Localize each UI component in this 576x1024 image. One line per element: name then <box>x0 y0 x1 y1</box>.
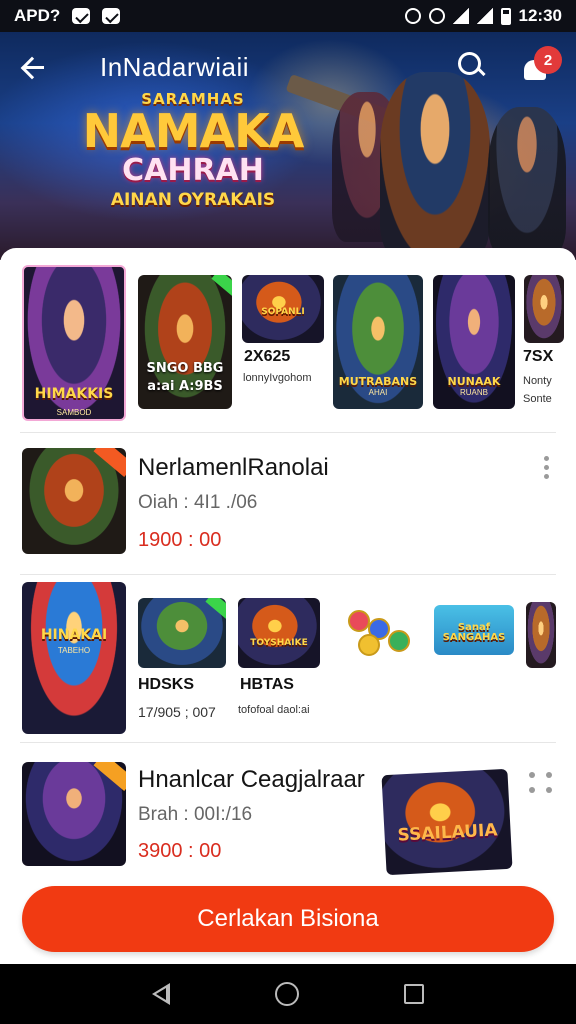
promo-tile-2-label: HBTAS <box>240 676 294 693</box>
hero-logo: SARAMHAS NAMAKA CAHRAH AINAN OYRAKAIS <box>78 90 308 210</box>
nav-recents-icon[interactable] <box>403 984 424 1004</box>
hero-logo-mid: CAHRAH <box>122 153 264 188</box>
cell-signal-icon <box>476 8 493 24</box>
list-item-2-meta: Brah : 00I:/16 <box>138 804 253 825</box>
battery-icon <box>500 7 511 25</box>
app-bar: InNadarwiaii 2 <box>0 32 576 102</box>
coin-icon <box>358 634 380 656</box>
list-item-2-more-icon[interactable] <box>526 770 554 794</box>
list-item-1-price: 1900 : 00 <box>138 529 222 551</box>
gem-coins-art <box>340 604 416 666</box>
coin-icon <box>388 630 410 652</box>
promo-poster-title: HINAKAI <box>40 627 108 643</box>
search-icon[interactable] <box>456 50 486 80</box>
hero-character-right <box>488 107 566 257</box>
list-item-1-more-icon[interactable] <box>541 456 551 482</box>
vibrate-icon <box>428 8 445 24</box>
featured-tile-1-sub: a:ai A:9BS <box>147 379 223 394</box>
tile-ribbon <box>93 448 126 477</box>
featured-tile-4-title: NUNAAK <box>447 375 501 388</box>
status-time: 12:30 <box>518 6 562 25</box>
featured-tile-5-label: 7SX <box>523 348 554 365</box>
list-item-1-meta: Oiah : 4I1 ./06 <box>138 492 258 513</box>
coin-icon <box>348 610 370 632</box>
featured-poster-title: HIMAKKIS <box>34 386 114 402</box>
promo-tile-1[interactable] <box>138 598 226 668</box>
system-nav-bar <box>0 964 576 1024</box>
alarm-icon <box>404 8 421 24</box>
promo-tile-3-art: Sanaf SANGAHAS <box>442 622 506 643</box>
status-app-label: APD? <box>14 6 61 25</box>
promo-tile-1-label: HDSKS <box>138 676 195 693</box>
notification-button[interactable]: 2 <box>518 46 564 92</box>
promo-tile-1-sub: 17/905 ; 007 <box>138 704 216 720</box>
featured-tile-1-label: SNGO BBG <box>146 361 224 376</box>
wifi-icon <box>452 8 469 24</box>
nav-back-icon[interactable] <box>152 983 171 1005</box>
promo-tile-4[interactable] <box>526 602 556 668</box>
status-right: 12:30 <box>404 6 562 26</box>
featured-tile-4-sub: RUANB <box>459 388 488 397</box>
list-item-2-thumbnail[interactable] <box>22 762 126 866</box>
featured-tile-5[interactable] <box>524 275 564 343</box>
page-title: InNadarwiaii <box>100 51 250 82</box>
chat-icon <box>102 8 121 24</box>
list-item-1-thumbnail[interactable] <box>22 448 126 554</box>
promo-tile-3[interactable]: Sanaf SANGAHAS <box>434 605 514 655</box>
nav-home-icon[interactable] <box>274 982 299 1006</box>
hero-logo-bottom: AINAN OYRAKAIS <box>110 190 276 210</box>
featured-tile-3-sub: AHAI <box>368 388 388 397</box>
tile-ribbon <box>93 762 126 791</box>
feature-card-art[interactable]: SSAILAUIA <box>381 768 513 876</box>
mail-icon <box>72 8 91 24</box>
tile-ribbon <box>205 598 226 620</box>
divider <box>20 574 556 575</box>
hero-logo-main: NAMAKA <box>82 104 305 158</box>
tile-ribbon <box>211 275 232 297</box>
featured-poster[interactable]: HIMAKKIS SAMBOD <box>22 265 126 421</box>
promo-poster[interactable]: HINAKAI TABEHO <box>22 582 126 734</box>
featured-tile-1[interactable]: SNGO BBG a:ai A:9BS <box>138 275 232 409</box>
featured-tile-2[interactable]: SOPANLI <box>242 275 324 343</box>
featured-tile-3-title: MUTRABANS <box>338 375 418 388</box>
back-arrow-icon[interactable] <box>16 50 50 84</box>
promo-tile-2-art: TOYSHAIKE <box>250 638 308 648</box>
promo-tile-2-sub: tofofoal daol:ai <box>238 704 310 716</box>
list-item-1-title[interactable]: NerlamenlRanolai <box>138 454 329 482</box>
feature-card-title: SSAILAUIA <box>397 820 499 846</box>
list-item-2-price: 3900 : 00 <box>138 840 222 862</box>
divider <box>20 742 556 743</box>
status-left: APD? <box>14 6 121 26</box>
promo-poster-subtitle: TABEHO <box>57 646 91 655</box>
featured-tile-5-sub: Nonty Sonte <box>523 375 552 405</box>
divider <box>20 432 556 433</box>
featured-tile-2-art: SOPANLI <box>261 307 305 317</box>
featured-tile-2-sub: lonnyIvgohom <box>243 372 312 384</box>
content-panel: HIMAKKIS SAMBOD SNGO BBG a:ai A:9BS SOPA… <box>0 248 576 964</box>
featured-tile-4[interactable]: NUNAAK RUANB <box>433 275 515 409</box>
status-bar: APD? 12:30 <box>0 0 576 32</box>
featured-tile-2-label: 2X625 <box>244 348 291 365</box>
primary-cta-button[interactable]: Cerlakan Bisiona <box>22 886 554 952</box>
list-item-2-title[interactable]: Hnanlcar Ceagjalraar <box>138 766 365 794</box>
notification-badge: 2 <box>534 46 562 74</box>
featured-tile-3[interactable]: MUTRABANS AHAI <box>333 275 423 409</box>
featured-poster-subtitle: SAMBOD <box>56 408 92 417</box>
promo-tile-2[interactable]: TOYSHAIKE <box>238 598 320 668</box>
